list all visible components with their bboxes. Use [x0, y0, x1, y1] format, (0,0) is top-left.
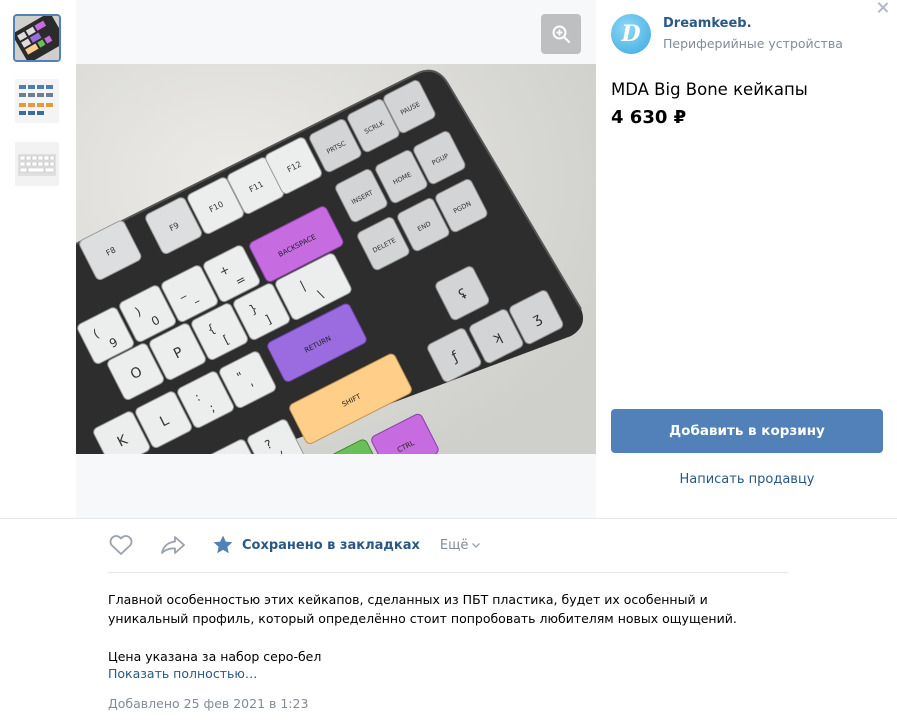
- description-paragraph: Цена указана за набор серо-бел: [108, 649, 322, 664]
- description-paragraph: Главной особенностью этих кейкапов, сдел…: [108, 592, 737, 626]
- product-title: MDA Big Bone кейкапы: [611, 80, 808, 99]
- like-icon[interactable]: [108, 534, 134, 556]
- seller-block[interactable]: D Dreamkeeb. Периферийные устройства: [611, 14, 843, 54]
- thumbnail-3[interactable]: [13, 140, 61, 188]
- chevron-down-icon: [472, 543, 481, 548]
- thumbnail-2[interactable]: [13, 77, 61, 125]
- close-icon[interactable]: [875, 0, 891, 16]
- divider: [108, 572, 788, 573]
- zoom-icon: [552, 25, 571, 44]
- bookmark-label: Сохранено в закладках: [242, 537, 420, 553]
- action-bar: Сохранено в закладках Ещё: [108, 532, 481, 558]
- zoom-button[interactable]: [541, 14, 581, 54]
- thumbnail-1[interactable]: [13, 14, 61, 62]
- divider: [0, 518, 897, 519]
- seller-avatar-letter: D: [621, 21, 641, 47]
- seller-avatar[interactable]: D: [611, 14, 651, 54]
- photo-viewer: F8 F9 F10 F11 F12 PRTSC SCRLK PAUSE INSE…: [76, 0, 596, 518]
- add-to-cart-button[interactable]: Добавить в корзину: [611, 409, 883, 453]
- more-label: Ещё: [439, 537, 469, 553]
- product-description: Главной особенностью этих кейкапов, сдел…: [108, 590, 758, 666]
- write-seller-link[interactable]: Написать продавцу: [611, 472, 883, 487]
- star-icon: [213, 535, 233, 554]
- show-more-link[interactable]: Показать полностью…: [108, 666, 257, 681]
- share-icon[interactable]: [160, 534, 186, 556]
- seller-category: Периферийные устройства: [663, 36, 843, 51]
- product-photo[interactable]: F8 F9 F10 F11 F12 PRTSC SCRLK PAUSE INSE…: [76, 64, 596, 454]
- thumbnail-strip: [13, 14, 61, 203]
- more-button[interactable]: Ещё: [440, 538, 481, 553]
- seller-name[interactable]: Dreamkeeb.: [663, 15, 843, 33]
- added-date: Добавлено 25 фев 2021 в 1:23: [108, 696, 309, 711]
- bookmark-button[interactable]: Сохранено в закладках: [212, 534, 420, 556]
- product-price: 4 630 ₽: [611, 107, 687, 128]
